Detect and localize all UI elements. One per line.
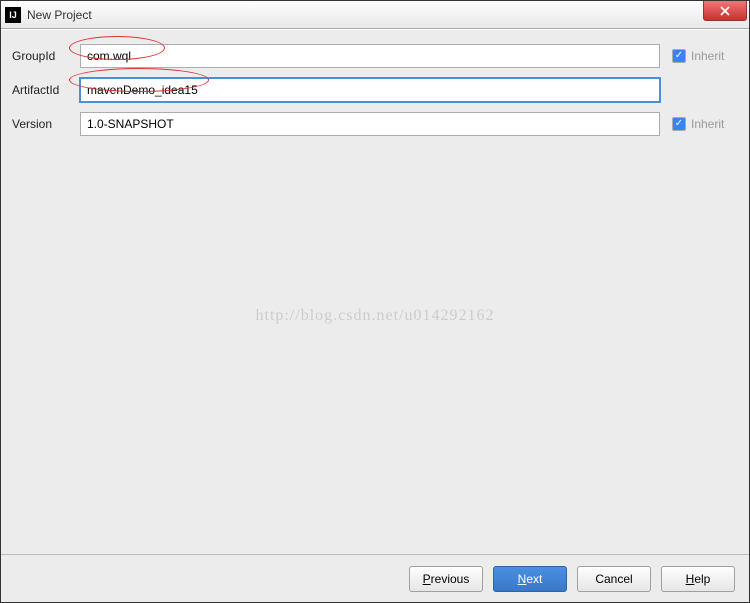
previous-button[interactable]: Previous (409, 566, 483, 592)
artifactid-label: ArtifactId (12, 83, 76, 97)
groupid-inherit-checkbox: ✓ (672, 49, 686, 63)
app-icon: IJ (5, 7, 21, 23)
dialog-content: GroupId ✓ Inherit ArtifactId Version ✓ I… (1, 29, 749, 602)
groupid-inherit: ✓ Inherit (664, 49, 738, 63)
close-button[interactable] (703, 1, 747, 21)
groupid-inherit-label: Inherit (691, 49, 724, 63)
groupid-label: GroupId (12, 49, 76, 63)
version-input[interactable] (80, 112, 660, 136)
version-inherit-checkbox: ✓ (672, 117, 686, 131)
version-inherit: ✓ Inherit (664, 117, 738, 131)
next-button[interactable]: Next (493, 566, 567, 592)
close-icon (719, 6, 731, 16)
version-label: Version (12, 117, 76, 131)
help-button[interactable]: Help (661, 566, 735, 592)
form: GroupId ✓ Inherit ArtifactId Version ✓ I… (12, 44, 738, 136)
watermark-text: http://blog.csdn.net/u014292162 (256, 307, 495, 325)
version-inherit-label: Inherit (691, 117, 724, 131)
button-bar: Previous Next Cancel Help (1, 554, 749, 602)
window-title: New Project (27, 8, 92, 22)
groupid-input[interactable] (80, 44, 660, 68)
titlebar: IJ New Project (1, 1, 749, 29)
artifactid-input[interactable] (80, 78, 660, 102)
cancel-button[interactable]: Cancel (577, 566, 651, 592)
